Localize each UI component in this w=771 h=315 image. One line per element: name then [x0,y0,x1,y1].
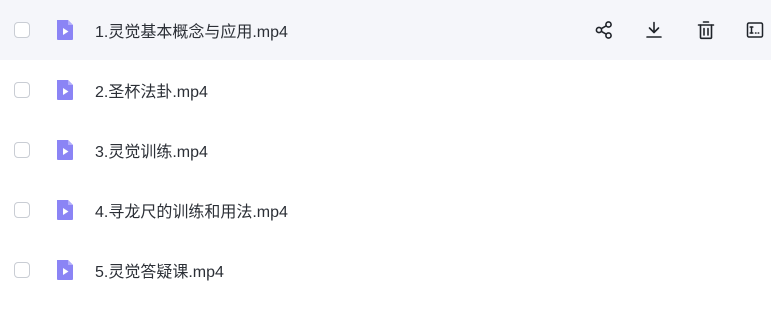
file-row[interactable]: 3.灵觉训练.mp4 [0,120,771,180]
video-file-icon [53,18,77,42]
file-list: 1.灵觉基本概念与应用.mp4 2.圣杯法卦.mp4 3.灵觉训练.mp4 4.… [0,0,771,300]
file-name[interactable]: 1.灵觉基本概念与应用.mp4 [95,18,288,42]
share-icon[interactable] [592,18,616,42]
video-file-icon [53,138,77,162]
select-checkbox[interactable] [14,262,30,278]
select-checkbox[interactable] [14,22,30,38]
select-checkbox[interactable] [14,202,30,218]
file-row[interactable]: 1.灵觉基本概念与应用.mp4 [0,0,771,60]
video-file-icon [53,78,77,102]
file-name[interactable]: 5.灵觉答疑课.mp4 [95,258,224,282]
file-row[interactable]: 4.寻龙尺的训练和用法.mp4 [0,180,771,240]
select-checkbox[interactable] [14,82,30,98]
delete-icon[interactable] [694,18,718,42]
video-file-icon [53,258,77,282]
download-icon[interactable] [642,18,666,42]
file-row[interactable]: 5.灵觉答疑课.mp4 [0,240,771,300]
file-row[interactable]: 2.圣杯法卦.mp4 [0,60,771,120]
rename-icon[interactable] [743,18,767,42]
file-name[interactable]: 4.寻龙尺的训练和用法.mp4 [95,198,288,222]
file-name[interactable]: 3.灵觉训练.mp4 [95,138,208,162]
video-file-icon [53,198,77,222]
file-name[interactable]: 2.圣杯法卦.mp4 [95,78,208,102]
select-checkbox[interactable] [14,142,30,158]
